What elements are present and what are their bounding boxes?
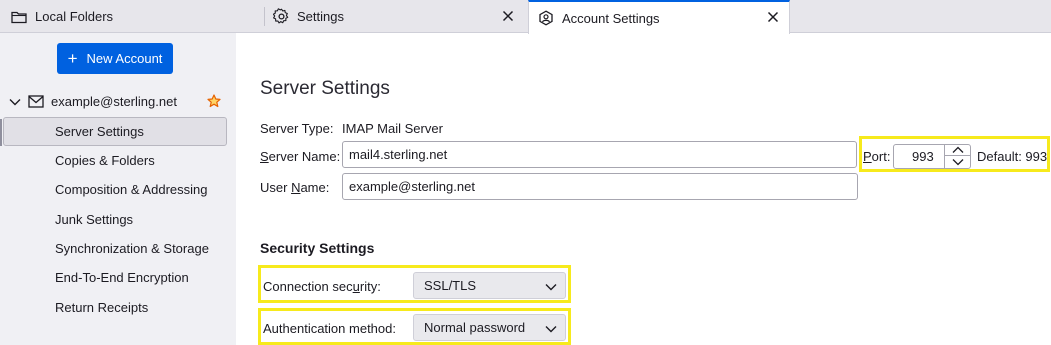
page-title: Server Settings <box>260 78 390 99</box>
user-name-label: User Name: <box>260 180 329 195</box>
tab-bar: Local Folders Settings Account Settings <box>0 0 1051 34</box>
label-text: ame: <box>300 180 330 195</box>
label-text: User <box>260 180 292 195</box>
access-key: u <box>352 279 360 294</box>
server-type-label: Server Type: <box>260 121 334 136</box>
sidebar-item-composition-addressing[interactable]: Composition & Addressing <box>3 175 227 204</box>
close-icon[interactable] <box>500 8 516 24</box>
tab-label: Local Folders <box>35 9 114 24</box>
account-settings-icon <box>537 9 555 27</box>
sidebar-item-end-to-end-encryption[interactable]: End-To-End Encryption <box>3 263 227 292</box>
sidebar-item-label: Junk Settings <box>55 212 134 227</box>
sidebar-item-server-settings[interactable]: Server Settings <box>3 117 227 146</box>
star-icon <box>207 94 221 111</box>
port-input[interactable]: 993 <box>893 144 971 169</box>
label-text: : <box>392 321 396 336</box>
new-account-button[interactable]: + New Account <box>57 43 173 74</box>
account-row[interactable]: example@sterling.net <box>0 91 236 113</box>
label-text: erver Name: <box>268 149 341 164</box>
chevron-down-icon <box>545 322 557 337</box>
new-account-label: New Account <box>86 51 163 66</box>
folder-icon <box>10 8 28 26</box>
server-name-label: Server Name: <box>260 149 340 164</box>
security-settings-heading: Security Settings <box>260 240 375 256</box>
sidebar-item-return-receipts[interactable]: Return Receipts <box>3 293 227 322</box>
sidebar-item-synchronization-storage[interactable]: Synchronization & Storage <box>3 234 227 263</box>
chevron-down-icon[interactable] <box>8 95 22 112</box>
port-value: 993 <box>912 149 934 164</box>
auth-method-label: Authentication method: <box>263 321 396 336</box>
default-port-label: Default: 993 <box>977 149 1048 164</box>
gear-icon <box>272 8 290 26</box>
access-key: P <box>863 149 872 164</box>
sidebar-item-label: Synchronization & Storage <box>55 241 209 256</box>
server-name-value: mail4.sterling.net <box>349 147 448 162</box>
sidebar-item-copies-folders[interactable]: Copies & Folders <box>3 146 227 175</box>
user-name-field[interactable]: example@sterling.net <box>342 173 858 200</box>
tab-account-settings[interactable]: Account Settings <box>528 0 790 34</box>
port-label: Port: <box>863 149 890 164</box>
label-text: Connection sec <box>263 279 353 294</box>
user-name-value: example@sterling.net <box>349 179 475 194</box>
tab-label: Settings <box>297 9 344 24</box>
auth-method-value: Normal password <box>424 320 526 335</box>
server-type-value: IMAP Mail Server <box>342 121 443 136</box>
mail-icon <box>28 95 44 111</box>
spin-up-icon[interactable] <box>945 145 971 156</box>
connection-security-select[interactable]: SSL/TLS <box>413 272 566 299</box>
label-text: Authentication method <box>263 321 393 336</box>
chevron-down-icon <box>545 280 557 295</box>
connection-security-label: Connection security: <box>263 279 381 294</box>
label-text: rity: <box>359 279 381 294</box>
sidebar-item-label: Copies & Folders <box>55 153 155 168</box>
account-name: example@sterling.net <box>51 94 177 109</box>
label-text: ort: <box>871 149 891 164</box>
server-settings-panel: Server Settings Server Type: IMAP Mail S… <box>236 33 1051 345</box>
connection-security-value: SSL/TLS <box>424 278 477 293</box>
sidebar-item-junk-settings[interactable]: Junk Settings <box>3 205 227 234</box>
spin-down-icon[interactable] <box>945 156 971 167</box>
port-spinner[interactable] <box>944 145 971 168</box>
tab-settings[interactable]: Settings <box>265 0 528 33</box>
sidebar-item-label: End-To-End Encryption <box>55 270 189 285</box>
auth-method-select[interactable]: Normal password <box>413 314 566 341</box>
tab-local-folders[interactable]: Local Folders <box>0 0 264 33</box>
tab-label: Account Settings <box>562 10 660 26</box>
account-tree-sidebar: + New Account example@sterling.net Serve… <box>0 33 236 345</box>
selection-indicator <box>0 119 2 146</box>
close-icon[interactable] <box>765 9 781 25</box>
sidebar-item-label: Composition & Addressing <box>55 182 208 197</box>
sidebar-item-label: Server Settings <box>55 124 144 139</box>
access-key: S <box>260 149 269 164</box>
server-name-field[interactable]: mail4.sterling.net <box>342 141 857 168</box>
sidebar-item-label: Return Receipts <box>55 300 149 315</box>
plus-icon: + <box>67 49 78 68</box>
